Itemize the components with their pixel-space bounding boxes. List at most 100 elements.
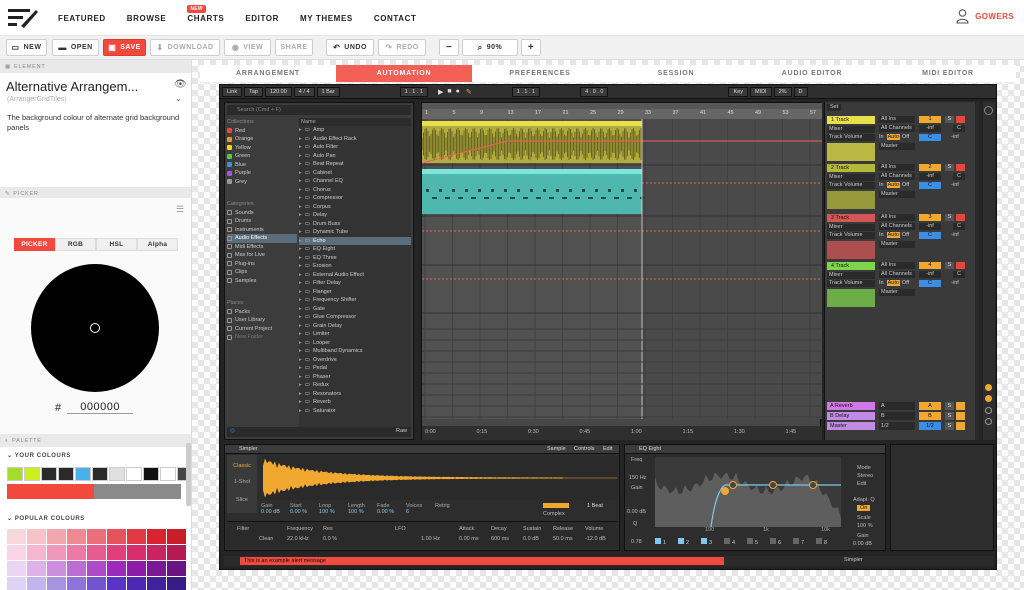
popular-swatch[interactable] xyxy=(167,529,186,544)
track-send-inf[interactable]: -inf xyxy=(945,182,965,189)
tab-automation[interactable]: AUTOMATION xyxy=(336,65,472,82)
time-ruler[interactable]: 0:00 0:15 0:30 0:45 1:00 1:15 1:30 1:45 xyxy=(422,426,822,440)
tab-arrangement[interactable]: ARRANGEMENT xyxy=(200,65,336,82)
color-wheel[interactable] xyxy=(31,264,159,392)
category-item[interactable]: Midi Effects xyxy=(227,243,297,252)
automation-icon[interactable]: ✎ xyxy=(466,88,472,96)
popular-swatch[interactable] xyxy=(47,529,66,544)
track-input-select[interactable]: All Ins xyxy=(879,164,915,171)
orange-dot-icon[interactable] xyxy=(985,395,992,402)
monitor-off[interactable]: Off xyxy=(902,232,909,238)
zoom-out-button[interactable]: − xyxy=(439,39,459,56)
hex-input[interactable]: 000000 xyxy=(67,401,134,414)
eq-edit-button[interactable]: Edit xyxy=(857,481,866,487)
browser-item[interactable]: ▸ ▭ Phaser xyxy=(299,373,411,382)
collection-item[interactable]: Yellow xyxy=(227,144,297,153)
track-pan[interactable]: C xyxy=(919,232,941,239)
popular-swatch[interactable] xyxy=(47,577,66,590)
share-button[interactable]: SHARE xyxy=(275,39,313,56)
category-item[interactable]: Audio Effects xyxy=(227,234,297,243)
browser-item[interactable]: ▸ ▭ Amp xyxy=(299,126,411,135)
popular-swatch[interactable] xyxy=(67,529,86,544)
monitor-auto[interactable]: Auto xyxy=(886,280,900,286)
collection-item[interactable]: Red xyxy=(227,127,297,136)
browser-item[interactable]: ▸ ▭ Flanger xyxy=(299,288,411,297)
eye-icon[interactable]: 👁 xyxy=(174,79,187,90)
popular-swatch[interactable] xyxy=(7,561,26,576)
browser-item[interactable]: ▸ ▭ Dynamic Tube xyxy=(299,228,411,237)
monitor-in[interactable]: In xyxy=(879,280,884,286)
category-item[interactable]: Max for Live xyxy=(227,251,297,260)
mode-one-shot[interactable]: 1-Shot xyxy=(227,479,257,485)
monitor-off[interactable]: Off xyxy=(902,280,909,286)
key-button[interactable]: Key xyxy=(728,86,748,97)
attack-value[interactable]: 0.00 ms xyxy=(459,536,479,542)
category-item[interactable]: Clips xyxy=(227,268,297,277)
colour-swatch[interactable] xyxy=(24,467,40,481)
popular-swatch[interactable] xyxy=(107,529,126,544)
colour-swatch[interactable] xyxy=(41,467,57,481)
eq-scale-value[interactable]: 100 % xyxy=(857,523,873,529)
popular-swatch[interactable] xyxy=(167,577,186,590)
place-item[interactable]: Packs xyxy=(227,308,297,317)
track-volume-select[interactable]: Track Volume xyxy=(827,232,875,239)
browser-item[interactable]: ▸ ▭ Looper xyxy=(299,339,411,348)
category-item[interactable]: Samples xyxy=(227,277,297,286)
stop-icon[interactable]: ■ xyxy=(447,88,451,95)
return-track-number[interactable]: B xyxy=(919,412,941,420)
popular-swatch[interactable] xyxy=(167,545,186,560)
circle-icon[interactable] xyxy=(984,106,993,115)
popular-swatch[interactable] xyxy=(87,545,106,560)
browser-item[interactable]: ▸ ▭ Drum Buss xyxy=(299,220,411,229)
return-solo-button[interactable]: S xyxy=(945,402,954,410)
monitor-auto[interactable]: Auto xyxy=(886,232,900,238)
eq-band-button[interactable]: 3 xyxy=(701,538,721,548)
nav-browse[interactable]: BROWSE xyxy=(127,14,167,23)
tab-audio-editor[interactable]: AUDIO EDITOR xyxy=(744,65,880,82)
eq-band-handle[interactable] xyxy=(729,481,737,489)
browser-item[interactable]: ▸ ▭ Delay xyxy=(299,211,411,220)
popular-swatch[interactable] xyxy=(147,529,166,544)
track-pan[interactable]: C xyxy=(919,134,941,141)
popular-swatch[interactable] xyxy=(67,577,86,590)
tab-picker[interactable]: PICKER xyxy=(14,238,55,251)
browser-item[interactable]: ▸ ▭ Filter Delay xyxy=(299,279,411,288)
category-item[interactable]: Sounds xyxy=(227,209,297,218)
popular-swatch[interactable] xyxy=(67,561,86,576)
category-item[interactable]: Instruments xyxy=(227,226,297,235)
eq-band-button[interactable]: 5 xyxy=(747,538,767,548)
place-item[interactable]: Current Project xyxy=(227,325,297,334)
controls-tab[interactable]: Controls xyxy=(574,445,594,454)
browser-item[interactable]: ▸ ▭ Cabinet xyxy=(299,169,411,178)
collection-item[interactable]: Green xyxy=(227,152,297,161)
popular-swatch[interactable] xyxy=(107,577,126,590)
eq-band-handle[interactable] xyxy=(809,481,817,489)
return-track-number[interactable]: A xyxy=(919,402,941,410)
tab-alpha[interactable]: Alpha xyxy=(137,238,178,251)
zoom-level[interactable]: ⌕ 90% xyxy=(462,39,518,56)
return-solo-button[interactable]: S xyxy=(945,412,954,420)
solo-button[interactable]: S xyxy=(945,116,954,123)
colour-swatch[interactable] xyxy=(58,467,74,481)
tab-preferences[interactable]: PREFERENCES xyxy=(472,65,608,82)
swatch-bar-grey[interactable] xyxy=(94,484,181,499)
link-button[interactable]: Link xyxy=(222,86,243,97)
lfo-value[interactable]: 1.00 Hz xyxy=(421,536,440,542)
track-title[interactable]: 3 Track xyxy=(827,214,875,222)
arm-button[interactable] xyxy=(956,214,965,221)
view-button[interactable]: ◉ VIEW xyxy=(224,39,271,56)
popular-swatch[interactable] xyxy=(87,561,106,576)
browser-item[interactable]: ▸ ▭ Pedal xyxy=(299,364,411,373)
browser-item[interactable]: ▸ ▭ Gate xyxy=(299,305,411,314)
browser-item[interactable]: ▸ ▭ Auto Pan xyxy=(299,152,411,161)
eq-gain-value[interactable]: 0.00 dB xyxy=(627,509,646,515)
browser-search[interactable]: Search (Cmd + F) xyxy=(227,105,411,115)
track-output-select[interactable]: Master xyxy=(879,191,915,198)
zoom-in-button[interactable]: + xyxy=(521,39,541,56)
track-title[interactable]: 2 Track xyxy=(827,164,875,172)
popular-swatch[interactable] xyxy=(107,545,126,560)
browser-item[interactable]: ▸ ▭ Compressor xyxy=(299,194,411,203)
browser-item[interactable]: ▸ ▭ Resonators xyxy=(299,390,411,399)
browser-item[interactable]: ▸ ▭ Saturator xyxy=(299,407,411,416)
track-title[interactable]: 4 Track xyxy=(827,262,875,270)
